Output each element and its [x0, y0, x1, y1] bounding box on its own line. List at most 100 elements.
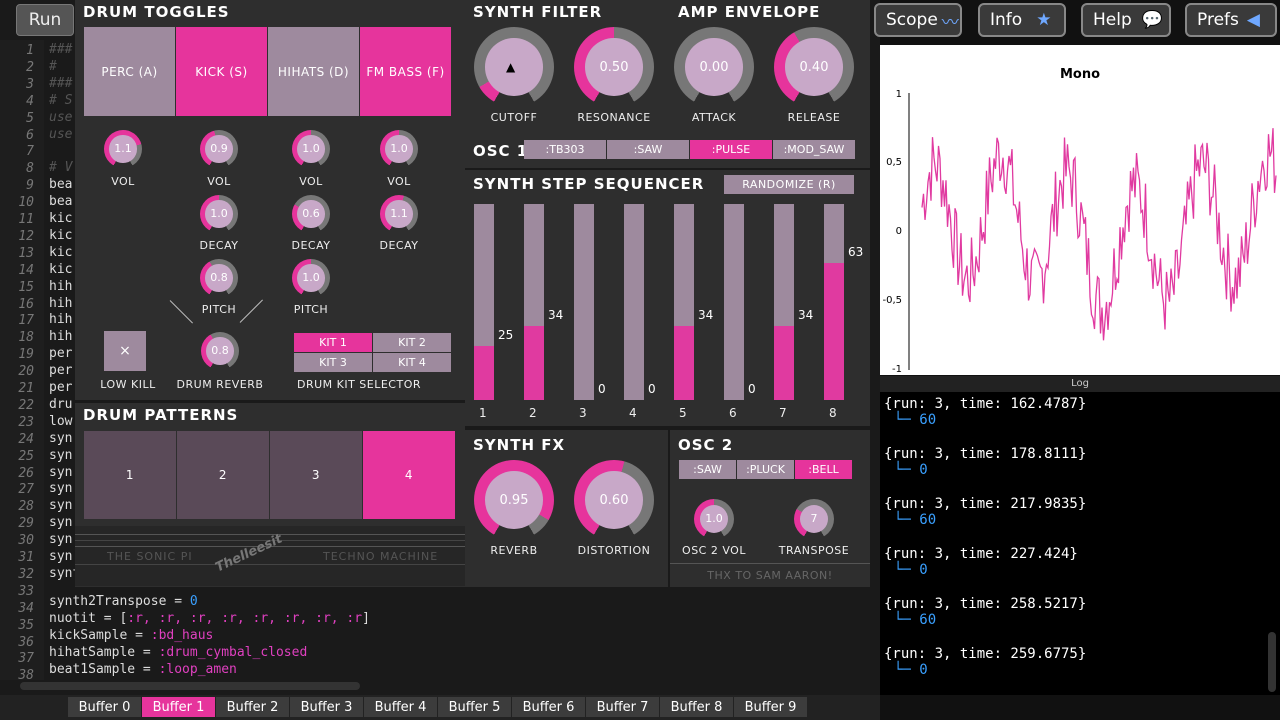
log-scrollbar[interactable]: [1268, 632, 1276, 692]
pattern-button[interactable]: 3: [270, 431, 362, 519]
decay-knob[interactable]: 1.0: [200, 195, 238, 233]
synth-knob[interactable]: 0.00: [674, 27, 754, 107]
code-line: # S: [49, 92, 73, 108]
vol-knob[interactable]: 1.0: [380, 130, 418, 168]
code-line: hih: [49, 295, 73, 311]
pattern-button[interactable]: 4: [363, 431, 455, 519]
low-kill-label: LOW KILL: [100, 378, 156, 391]
step-number: 2: [529, 406, 537, 420]
buffer-tab[interactable]: Buffer 3: [290, 697, 363, 717]
code-line: ###: [49, 75, 73, 91]
run-button[interactable]: Run: [16, 4, 74, 36]
osc1-option[interactable]: :SAW: [607, 140, 689, 159]
osc2-label: TRANSPOSE: [778, 544, 850, 557]
code-line: kic: [49, 211, 73, 226]
randomize-button[interactable]: RANDOMIZE (R): [724, 175, 854, 194]
scope-tick: 0,5: [886, 157, 902, 168]
sequencer-step[interactable]: [774, 204, 794, 400]
buffer-tab[interactable]: Buffer 9: [734, 697, 807, 717]
log-entry: {run: 3, time: 258.5217}: [884, 596, 1087, 612]
vol-knob[interactable]: 1.1: [104, 130, 142, 168]
step-number: 7: [779, 406, 787, 420]
buffer-tab[interactable]: Buffer 6: [512, 697, 585, 717]
pattern-button[interactable]: 2: [177, 431, 269, 519]
sequencer-step[interactable]: [574, 204, 594, 400]
line-number: 13: [18, 245, 34, 261]
pitch-knob[interactable]: 1.0: [292, 259, 330, 297]
pitch-knob[interactable]: 0.8: [200, 259, 238, 297]
code-line: bea: [49, 194, 73, 210]
osc2-option[interactable]: :PLUCK: [737, 460, 794, 479]
log-entry: {run: 3, time: 259.6775}: [884, 646, 1087, 662]
star-icon: ★: [1036, 10, 1052, 30]
drum-reverb-knob[interactable]: 0.8: [201, 332, 239, 370]
osc2-option[interactable]: :BELL: [795, 460, 852, 479]
buffer-tab[interactable]: Buffer 0: [68, 697, 141, 717]
osc1-label: OSC 1: [473, 142, 529, 160]
drum-toggle[interactable]: PERC (A): [84, 27, 175, 116]
buffer-tab[interactable]: Buffer 1: [142, 697, 215, 717]
knob-value: 0.60: [585, 471, 643, 529]
line-number: 9: [26, 178, 34, 194]
code-line-36: kickSample = :bd_haus: [49, 628, 213, 643]
buffer-tab[interactable]: Buffer 2: [216, 697, 289, 717]
synth-knob[interactable]: 0.40: [774, 27, 854, 107]
osc1-option[interactable]: :TB303: [524, 140, 606, 159]
code-line: hih: [49, 329, 73, 345]
code-line: per: [49, 363, 73, 379]
info-button[interactable]: Info ★: [978, 3, 1066, 37]
scope-button[interactable]: Scope 〰: [874, 3, 962, 37]
vol-knob[interactable]: 0.9: [200, 130, 238, 168]
buffer-tab[interactable]: Buffer 8: [660, 697, 733, 717]
kit-button[interactable]: KIT 4: [373, 353, 451, 372]
sequencer-step[interactable]: [474, 204, 494, 400]
osc1-option[interactable]: :PULSE: [690, 140, 772, 159]
osc2-knob[interactable]: 1.0: [694, 499, 734, 539]
kit-button[interactable]: KIT 3: [294, 353, 372, 372]
scope-title: Mono: [1060, 67, 1100, 82]
decay-knob[interactable]: 0.6: [292, 195, 330, 233]
low-kill-toggle[interactable]: ×: [104, 331, 146, 371]
knob-value: 0.40: [785, 38, 843, 96]
kit-button[interactable]: KIT 2: [373, 333, 451, 352]
synth-knob[interactable]: 0.50: [574, 27, 654, 107]
drum-toggle[interactable]: HIHATS (D): [268, 27, 359, 116]
buffer-tab[interactable]: Buffer 7: [586, 697, 659, 717]
decay-label: DECAY: [291, 239, 331, 252]
fx-knob[interactable]: 0.60: [574, 460, 654, 540]
osc2-knob[interactable]: 7: [794, 499, 834, 539]
kit-button[interactable]: KIT 1: [294, 333, 372, 352]
drum-toggle[interactable]: KICK (S): [176, 27, 267, 116]
fx-knob[interactable]: 0.95: [474, 460, 554, 540]
line-number: 12: [18, 228, 34, 244]
sequencer-step[interactable]: [724, 204, 744, 400]
osc1-option[interactable]: :MOD_SAW: [773, 140, 855, 159]
step-value: 0: [648, 382, 656, 396]
line-number: 4: [26, 93, 34, 109]
knob-value: 1.0: [205, 200, 233, 228]
sequencer-step[interactable]: [674, 204, 694, 400]
speech-bubble-icon: 💬: [1141, 10, 1163, 30]
knob-value: 1.0: [385, 135, 413, 163]
drum-toggle[interactable]: FM BASS (F): [360, 27, 451, 116]
vol-label: VOL: [111, 175, 135, 188]
decay-knob[interactable]: 1.1: [380, 195, 418, 233]
scope-label: Scope: [886, 10, 938, 30]
prefs-label: Prefs: [1197, 10, 1239, 30]
sequencer-step[interactable]: [524, 204, 544, 400]
step-number: 1: [479, 406, 487, 420]
sequencer-step[interactable]: [624, 204, 644, 400]
log-value: └─ 60: [894, 512, 937, 528]
prefs-button[interactable]: Prefs ◀: [1185, 3, 1277, 37]
code-text: synth2Transpose =: [49, 594, 190, 609]
knob-label: ATTACK: [691, 111, 737, 124]
line-number: 11: [18, 212, 34, 227]
sequencer-step[interactable]: [824, 204, 844, 400]
osc2-option[interactable]: :SAW: [679, 460, 736, 479]
help-button[interactable]: Help 💬: [1081, 3, 1171, 37]
horizontal-scrollbar[interactable]: [20, 682, 360, 690]
pattern-button[interactable]: 1: [84, 431, 176, 519]
vol-knob[interactable]: 1.0: [292, 130, 330, 168]
buffer-tab[interactable]: Buffer 5: [438, 697, 511, 717]
buffer-tab[interactable]: Buffer 4: [364, 697, 437, 717]
